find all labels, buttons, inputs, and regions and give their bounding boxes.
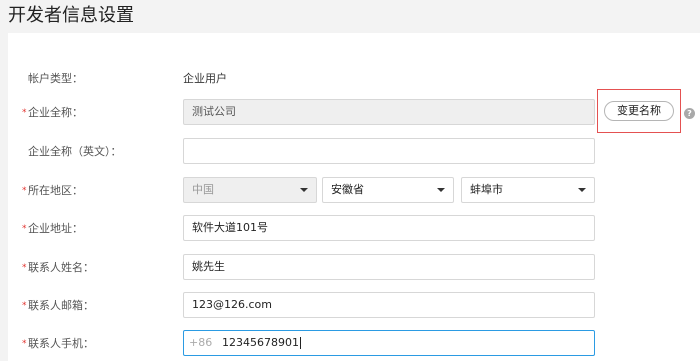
contact-name-row: * 联系人姓名： 姚先生	[8, 254, 700, 282]
company-name-value: 测试公司	[192, 105, 236, 118]
phone-country-code: +86	[189, 336, 213, 349]
contact-phone-value: 12345678901	[222, 336, 299, 349]
required-mark: *	[22, 301, 27, 311]
contact-email-value: 123@126.com	[192, 298, 272, 311]
company-name-en-field[interactable]	[183, 138, 595, 164]
required-mark: *	[22, 224, 27, 234]
contact-phone-row: * 联系人手机： +86 12345678901	[8, 330, 700, 358]
region-label: 所在地区：	[28, 184, 83, 197]
chevron-down-icon	[578, 188, 586, 192]
country-select-value: 中国	[192, 183, 214, 196]
settings-form-panel: 帐户类型： 企业用户 * 企业全称： 测试公司 企业全称（英文）： * 所在地区…	[8, 33, 700, 361]
address-value: 软件大道101号	[192, 221, 268, 234]
contact-name-field[interactable]: 姚先生	[183, 254, 595, 280]
required-mark: *	[22, 186, 27, 196]
account-type-label: 帐户类型：	[28, 72, 83, 85]
company-name-en-label: 企业全称（英文）：	[28, 145, 122, 158]
change-name-button[interactable]: 变更名称	[604, 101, 674, 121]
change-name-highlight: 变更名称	[597, 89, 681, 133]
page-title: 开发者信息设置	[8, 5, 134, 26]
province-select[interactable]: 安徽省	[322, 177, 454, 203]
contact-email-row: * 联系人邮箱： 123@126.com	[8, 292, 700, 320]
address-field[interactable]: 软件大道101号	[183, 215, 595, 241]
contact-phone-field[interactable]: +86 12345678901	[183, 330, 595, 356]
help-icon[interactable]: ?	[684, 108, 695, 119]
contact-name-value: 姚先生	[192, 260, 225, 273]
country-select[interactable]: 中国	[183, 177, 317, 203]
required-mark: *	[22, 108, 27, 118]
contact-email-field[interactable]: 123@126.com	[183, 292, 595, 318]
contact-email-label: 联系人邮箱：	[28, 299, 94, 312]
account-type-value: 企业用户	[183, 72, 227, 85]
company-name-label: 企业全称：	[28, 106, 83, 119]
text-cursor	[299, 337, 301, 349]
city-select[interactable]: 蚌埠市	[461, 177, 595, 203]
contact-phone-label: 联系人手机：	[28, 337, 94, 350]
address-label: 企业地址：	[28, 222, 83, 235]
company-name-field[interactable]: 测试公司	[183, 99, 595, 125]
required-mark: *	[22, 339, 27, 349]
region-row: * 所在地区： 中国 安徽省 蚌埠市	[8, 177, 700, 205]
company-name-en-row: 企业全称（英文）：	[8, 138, 700, 166]
address-row: * 企业地址： 软件大道101号	[8, 215, 700, 243]
chevron-down-icon	[300, 188, 308, 192]
contact-name-label: 联系人姓名：	[28, 261, 94, 274]
city-select-value: 蚌埠市	[470, 183, 503, 196]
contact-phone-value-wrap: 12345678901	[222, 331, 301, 355]
chevron-down-icon	[437, 188, 445, 192]
province-select-value: 安徽省	[331, 183, 364, 196]
required-mark: *	[22, 263, 27, 273]
